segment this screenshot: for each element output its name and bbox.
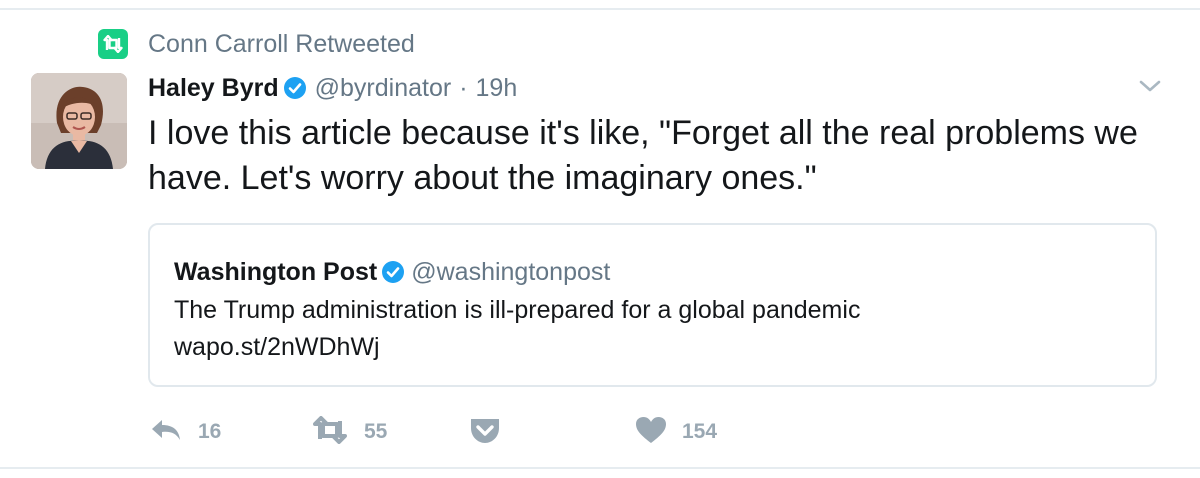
- retweet-context-label[interactable]: Conn Carroll Retweeted: [148, 30, 415, 59]
- reply-count: 16: [198, 420, 222, 443]
- top-divider: [0, 8, 1200, 10]
- retweet-context: Conn Carroll Retweeted: [98, 27, 415, 61]
- pocket-button[interactable]: [468, 412, 502, 452]
- tweet-text: I love this article because it's like, "…: [148, 114, 1138, 197]
- avatar[interactable]: [31, 73, 127, 169]
- retweet-button[interactable]: 55: [310, 412, 387, 452]
- chevron-down-icon[interactable]: [1137, 75, 1163, 97]
- like-button[interactable]: 154: [634, 412, 717, 452]
- retweet-action-icon: [310, 415, 350, 449]
- header-separator: ·: [459, 73, 468, 102]
- quoted-text-line: The Trump administration is ill-prepared…: [174, 296, 861, 324]
- quoted-author-handle: @washingtonpost: [411, 257, 611, 286]
- tweet-actions: 16 55 154: [148, 412, 848, 452]
- quoted-tweet-text: The Trump administration is ill-prepared…: [174, 292, 1134, 366]
- tweet-header: Haley Byrd @byrdinator · 19h: [148, 70, 517, 106]
- reply-button[interactable]: 16: [148, 412, 221, 452]
- author-name[interactable]: Haley Byrd: [148, 74, 279, 103]
- quoted-link: wapo.st/2nWDhWj: [174, 333, 380, 361]
- quoted-verified-badge-icon: [381, 260, 405, 284]
- pocket-icon: [468, 415, 502, 450]
- tweet-timestamp[interactable]: 19h: [476, 74, 518, 103]
- quoted-tweet-header: Washington Post @washingtonpost: [174, 255, 610, 289]
- like-count: 154: [682, 420, 718, 443]
- retweet-count: 55: [364, 420, 388, 443]
- author-handle[interactable]: @byrdinator: [315, 74, 452, 103]
- heart-icon: [634, 415, 668, 450]
- verified-badge-icon: [283, 76, 307, 100]
- bottom-divider: [0, 467, 1200, 469]
- quoted-tweet-card[interactable]: Washington Post @washingtonpost The Trum…: [148, 223, 1157, 387]
- quoted-author-name: Washington Post: [174, 257, 378, 286]
- retweet-icon: [98, 29, 128, 59]
- reply-icon: [148, 416, 184, 449]
